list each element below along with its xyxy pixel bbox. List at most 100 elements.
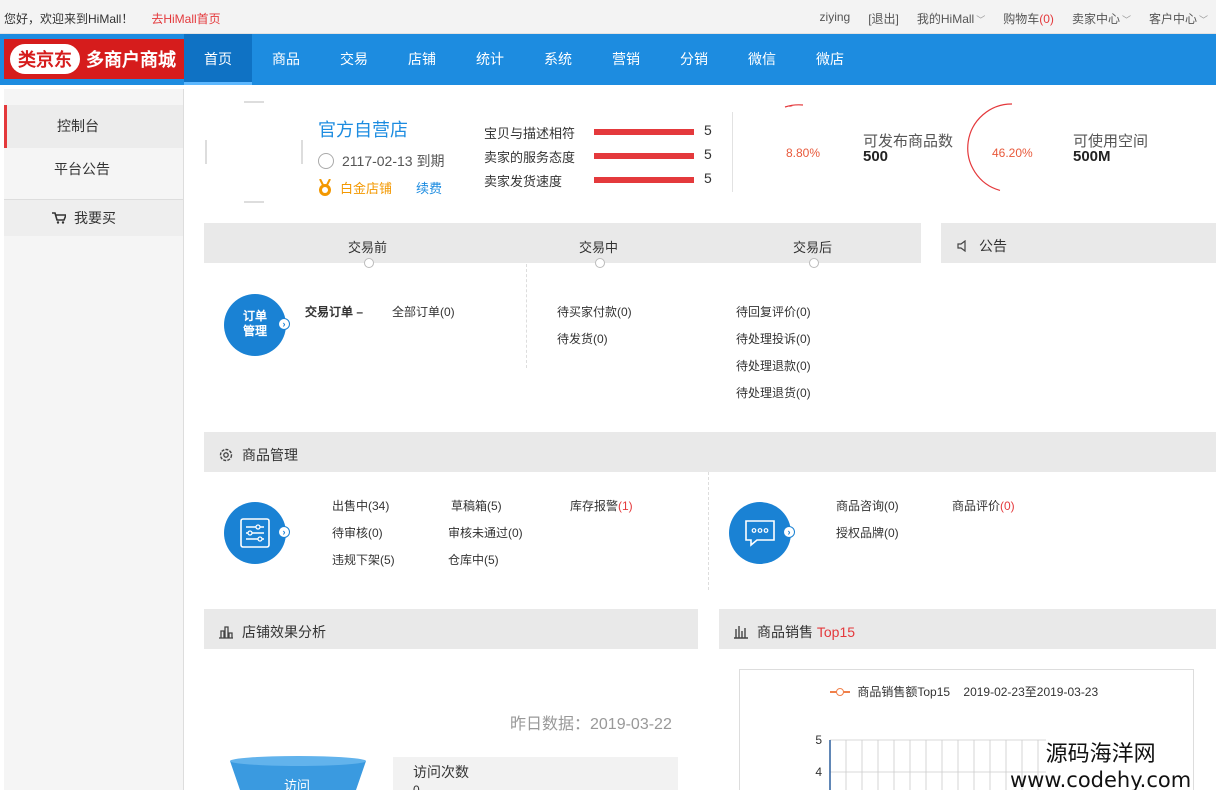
sidebar-item-dashboard[interactable]: 控制台 [4,105,183,148]
score-value: 5 [704,170,712,186]
username[interactable]: ziying [820,10,851,27]
nav-item-microshop[interactable]: 微店 [796,34,864,85]
score-bar [594,153,694,159]
shop-logo [205,101,303,203]
logo-text: 多商户商城 [86,50,176,70]
score-bar [594,129,694,135]
order-manage-label-1: 订单 [242,309,267,323]
home-link[interactable]: 去HiMall首页 [151,12,220,26]
pending-review-link[interactable]: 待回复评价(0) [736,303,811,320]
watermark: 源码海洋网 www.codehy.com [1010,736,1191,790]
goods-review-label: 商品评价 [952,499,1001,513]
my-himall-menu[interactable]: 我的HiMall ﹀ [917,10,985,27]
top15-title-em: Top15 [816,624,856,640]
nav-item-system[interactable]: 系统 [524,34,592,85]
customer-center-label: 客户中心 [1148,12,1197,26]
consult-manage-button[interactable]: › [729,502,795,564]
order-manage-button[interactable]: 订单 管理 › [224,294,290,356]
y-tick-label: 5 [815,733,822,747]
analysis-title: 店铺效果分析 [218,622,326,642]
space-quota-percent: 46.20% [992,146,1033,160]
nav-item-marketing[interactable]: 营销 [592,34,660,85]
sidebar-item-buy[interactable]: 我要买 [4,200,183,236]
nav-item-shop[interactable]: 店铺 [388,34,456,85]
cart-icon [52,212,68,224]
cart-count: (0) [1039,12,1054,26]
top15-title: 商品销售 Top15 [733,622,855,642]
goods-consult-link[interactable]: 商品咨询(0) [836,497,899,514]
chevron-right-icon: › [783,526,795,538]
legend-range: 2019-02-23至2019-03-23 [963,685,1099,699]
sidebar-item-announcement[interactable]: 平台公告 [4,148,183,191]
phase-before: 交易前 [348,240,388,255]
welcome-text: 您好，欢迎来到HiMall！ [4,12,134,26]
phase-dot [364,258,374,268]
on-sale-link[interactable]: 出售中(34) [332,497,389,514]
legend-label: 商品销售额Top15 [857,685,951,699]
pending-refund-link[interactable]: 待处理退款(0) [736,357,811,374]
authorized-brands-link[interactable]: 授权品牌(0) [836,524,899,541]
logo[interactable]: 类京东 多商户商城 [4,39,184,79]
shop-level: 白金店铺 续费 [318,178,442,197]
logout-link[interactable]: [退出] [868,10,899,27]
cart-label: 购物车 [1003,12,1040,26]
pending-shipment-link[interactable]: 待发货(0) [557,330,608,347]
nav-item-trade[interactable]: 交易 [320,34,388,85]
in-warehouse-link[interactable]: 仓库中(5) [448,551,499,568]
medal-icon [319,178,331,196]
order-manage-label-2: 管理 [242,324,267,338]
violation-off-shelf-link[interactable]: 违规下架(5) [332,551,395,568]
shop-name[interactable]: 官方自营店 [318,116,408,142]
audit-failed-link[interactable]: 审核未通过(0) [448,524,523,541]
nav-item-wechat[interactable]: 微信 [728,34,796,85]
phase-after: 交易后 [793,240,833,255]
nav-item-distribution[interactable]: 分销 [660,34,728,85]
divider [732,112,733,192]
customer-center-menu[interactable]: 客户中心 ﹀ [1149,10,1208,27]
trade-order-label: 交易订单 – [305,305,364,319]
pending-return-link[interactable]: 待处理退货(0) [736,384,811,401]
chevron-down-icon: ﹀ [1198,15,1208,25]
goods-title: 商品管理 [218,445,298,465]
cart-link[interactable]: 购物车(0) [1003,10,1054,27]
divider [708,472,709,590]
chevron-right-icon: › [278,318,290,330]
score-label: 卖家的服务态度 [484,150,576,165]
chevron-right-icon: › [278,526,290,538]
chevron-down-icon: ﹀ [1121,15,1131,25]
nav-item-stats[interactable]: 统计 [456,34,524,85]
analysis-title-label: 店铺效果分析 [242,624,326,640]
renew-link[interactable]: 续费 [416,181,442,196]
chat-bubble-icon [745,520,775,547]
drafts-link[interactable]: 草稿箱(5) [451,497,502,514]
visit-value: 0 [413,783,420,790]
phase-dot [809,258,819,268]
notice-title-label: 公告 [979,238,1007,254]
top15-title-label: 商品销售 [757,624,813,640]
funnel-label: 访问 [284,778,311,790]
score-value: 5 [704,122,712,138]
phase-during: 交易中 [579,240,619,255]
sidebar-item-buy-label: 我要买 [74,210,116,226]
pending-complaint-link[interactable]: 待处理投诉(0) [736,330,811,347]
top-bar-left: 您好，欢迎来到HiMall！ 去HiMall首页 [4,10,221,27]
nav-item-goods[interactable]: 商品 [252,34,320,85]
goods-review-link[interactable]: 商品评价(0) [952,497,1015,514]
pending-audit-link[interactable]: 待审核(0) [332,524,383,541]
goods-review-count: (0) [1000,499,1015,513]
all-orders-link[interactable]: 全部订单(0) [392,303,455,320]
score-row: 卖家发货速度 5 [484,170,712,190]
stock-alert-link[interactable]: 库存报警(1) [570,497,633,514]
goods-manage-button[interactable]: › [224,502,290,564]
notice-title[interactable]: 公告 [957,236,1007,256]
main-nav: 类京东 多商户商城 首页 商品 交易 店铺 统计 系统 营销 分销 微信 微店 [0,34,1216,85]
score-row: 卖家的服务态度 5 [484,146,712,166]
building-chart-icon [219,626,233,639]
seller-center-menu[interactable]: 卖家中心 ﹀ [1072,10,1131,27]
chart-legend: 商品销售额Top15 2019-02-23至2019-03-23 [830,683,1098,700]
goods-quota-percent: 8.80% [786,146,821,160]
goods-title-label: 商品管理 [242,447,298,463]
pending-payment-link[interactable]: 待买家付款(0) [557,303,632,320]
nav-item-home[interactable]: 首页 [184,34,252,85]
gear-icon [219,448,233,462]
